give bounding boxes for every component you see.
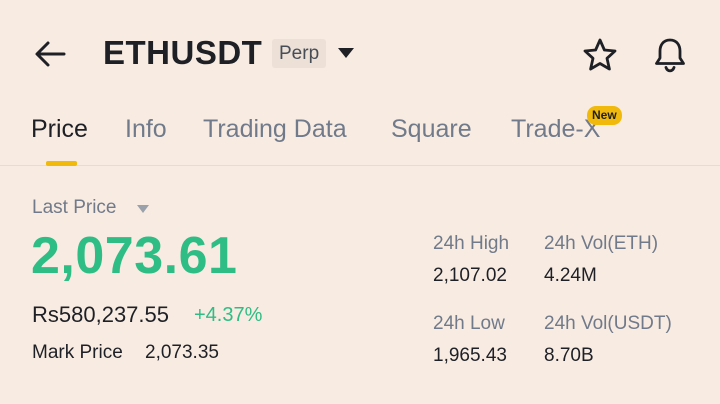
vol-usdt-value: 8.70B	[544, 345, 594, 366]
vol-usdt-label: 24h Vol(USDT)	[544, 313, 672, 334]
tab-info[interactable]: Info	[125, 115, 167, 144]
low-24h-value: 1,965.43	[433, 345, 507, 366]
high-24h-value: 2,107.02	[433, 265, 507, 286]
active-tab-indicator	[46, 161, 77, 166]
top-bar: ETHUSDT Perp	[0, 0, 720, 110]
star-icon[interactable]	[581, 36, 619, 74]
symbol-title[interactable]: ETHUSDT	[103, 34, 262, 72]
price-change-percent: +4.37%	[194, 304, 263, 326]
mark-price-value: 2,073.35	[145, 342, 219, 363]
high-24h-label: 24h High	[433, 233, 510, 254]
mark-price-label: Mark Price	[32, 342, 123, 363]
last-price-value: 2,073.61	[31, 227, 238, 285]
low-24h-label: 24h Low	[433, 313, 505, 334]
tab-price[interactable]: Price	[31, 115, 88, 144]
vol-eth-label: 24h Vol(ETH)	[544, 233, 659, 254]
tab-trading-data[interactable]: Trading Data	[203, 115, 347, 144]
new-badge: New	[587, 106, 622, 125]
tab-square[interactable]: Square	[391, 115, 472, 144]
last-price-selector[interactable]: Last Price	[32, 197, 116, 219]
contract-type-badge: Perp	[272, 39, 327, 68]
bell-icon[interactable]	[650, 34, 690, 74]
caret-down-icon[interactable]	[336, 45, 356, 61]
caret-down-icon[interactable]	[136, 204, 150, 214]
fiat-price: Rs580,237.55	[32, 302, 169, 327]
vol-eth-value: 4.24M	[544, 265, 597, 286]
back-arrow-icon[interactable]	[30, 36, 70, 72]
